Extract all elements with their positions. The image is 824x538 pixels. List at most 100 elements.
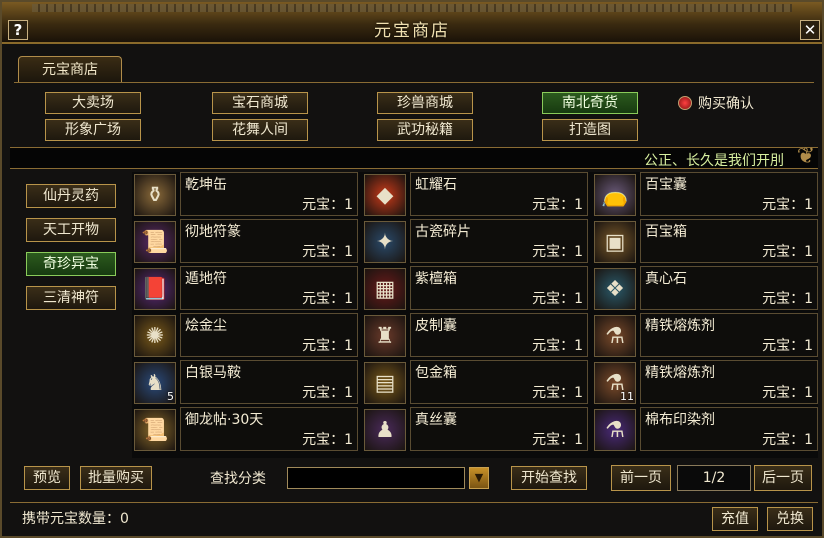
category-button-2[interactable]: 宝石商城: [212, 92, 308, 114]
crystal-icon[interactable]: ❖: [594, 268, 636, 310]
shop-item[interactable]: ❖ 真心石 元宝：1: [594, 266, 820, 310]
dust-icon[interactable]: ✺: [134, 315, 176, 357]
category-button-5[interactable]: 形象广场: [45, 119, 141, 141]
bulk-buy-button[interactable]: 批量购买: [80, 466, 152, 490]
category-button-7[interactable]: 武功秘籍: [377, 119, 473, 141]
help-button[interactable]: ?: [8, 20, 28, 40]
item-info[interactable]: 真丝囊 元宝：1: [410, 407, 588, 451]
item-info[interactable]: 烩金尘 元宝：1: [180, 313, 358, 357]
item-price: 元宝：1: [302, 432, 353, 448]
shop-item[interactable]: ▣ 百宝箱 元宝：1: [594, 219, 820, 263]
stack-count: 5: [167, 390, 174, 403]
shop-item[interactable]: ⚗ 精铁熔炼剂 元宝：1: [594, 313, 820, 357]
shop-item[interactable]: ⚱ 乾坤缶 元宝：1: [134, 172, 360, 216]
shard-icon[interactable]: ✦: [364, 221, 406, 263]
item-info[interactable]: 真心石 元宝：1: [640, 266, 818, 310]
next-page-button[interactable]: 后一页: [754, 465, 812, 491]
shop-item[interactable]: ✦ 古瓷碎片 元宝：1: [364, 219, 590, 263]
item-info[interactable]: 百宝箱 元宝：1: [640, 219, 818, 263]
shop-item[interactable]: ▤ 包金箱 元宝：1: [364, 360, 590, 404]
box-icon[interactable]: ▦: [364, 268, 406, 310]
shop-item[interactable]: 👝 百宝囊 元宝：1: [594, 172, 820, 216]
chest-icon[interactable]: ▣: [594, 221, 636, 263]
potion-icon[interactable]: ⚗: [594, 315, 636, 357]
item-info[interactable]: 白银马鞍 元宝：1: [180, 360, 358, 404]
item-info[interactable]: 皮制囊元宝：1: [410, 313, 588, 357]
shop-item[interactable]: ⚗ 11 精铁熔炼剂 元宝：1: [594, 360, 820, 404]
preview-button[interactable]: 预览: [24, 466, 70, 490]
item-name: 皮制囊: [415, 318, 457, 334]
buy-confirm-label: 购买确认: [698, 96, 754, 112]
exchange-button[interactable]: 兑换: [767, 507, 813, 531]
shop-item[interactable]: 📜 御龙帖·30天 元宝：1: [134, 407, 360, 451]
item-info[interactable]: 紫檀箱 元宝：1: [410, 266, 588, 310]
item-info[interactable]: 精铁熔炼剂 元宝：1: [640, 360, 818, 404]
category-button-3[interactable]: 珍兽商城: [377, 92, 473, 114]
shop-item[interactable]: ◆ 虹耀石 元宝：1: [364, 172, 590, 216]
saddle-icon[interactable]: ♞ 5: [134, 362, 176, 404]
item-info[interactable]: 遁地符 元宝：1: [180, 266, 358, 310]
search-input[interactable]: [287, 467, 465, 489]
sidebar-item-elixirs[interactable]: 仙丹灵药: [26, 184, 116, 208]
tab-ingot-shop[interactable]: 元宝商店: [18, 56, 122, 82]
item-price: 元宝：1: [762, 432, 813, 448]
item-price: 元宝：1: [532, 338, 583, 354]
close-button[interactable]: ✕: [800, 20, 820, 40]
announcement-bar: 公正、长久是我们开刖: [10, 147, 818, 169]
item-info[interactable]: 虹耀石 元宝：1: [410, 172, 588, 216]
sidebar-item-treasures[interactable]: 奇珍异宝: [26, 252, 116, 276]
start-search-button[interactable]: 开始查找: [511, 466, 587, 490]
sidebar-item-talismans[interactable]: 三清神符: [26, 286, 116, 310]
dye-icon[interactable]: ⚗: [594, 409, 636, 451]
shop-item[interactable]: ♜ 皮制囊 元宝：1: [364, 313, 590, 357]
item-glyph: ◆: [376, 182, 394, 208]
item-price: 元宝：1: [302, 197, 353, 213]
pouch-icon[interactable]: 👝: [594, 174, 636, 216]
item-info[interactable]: 精铁熔炼剂 元宝：1: [640, 313, 818, 357]
item-info[interactable]: 包金箱 元宝：1: [410, 360, 588, 404]
divider: [10, 502, 818, 503]
recharge-button[interactable]: 充值: [712, 507, 758, 531]
silk-bag-icon[interactable]: ♟: [364, 409, 406, 451]
item-price: 元宝：1: [762, 244, 813, 260]
item-name: 遁地符: [185, 271, 227, 287]
buy-confirm-radio[interactable]: [678, 96, 692, 110]
item-price: 元宝：1: [302, 385, 353, 401]
potion-icon[interactable]: ⚗ 11: [594, 362, 636, 404]
shop-item[interactable]: 📜 彻地符篆 元宝：1: [134, 219, 360, 263]
item-info[interactable]: 古瓷碎片 元宝：1: [410, 219, 588, 263]
category-button-8[interactable]: 打造图: [542, 119, 638, 141]
book-icon[interactable]: 📕: [134, 268, 176, 310]
item-name: 精铁熔炼剂: [645, 318, 715, 334]
jar-icon[interactable]: ⚱: [134, 174, 176, 216]
category-button-4[interactable]: 南北奇货: [542, 92, 638, 114]
shop-item[interactable]: ♟ 真丝囊 元宝：1: [364, 407, 590, 451]
gem-icon[interactable]: ◆: [364, 174, 406, 216]
item-info[interactable]: 御龙帖·30天 元宝：1: [180, 407, 358, 451]
item-price: 元宝：1: [762, 385, 813, 401]
item-glyph: ♞: [145, 370, 165, 396]
item-info[interactable]: 乾坤缶 元宝：1: [180, 172, 358, 216]
talisman-icon[interactable]: 📜: [134, 221, 176, 263]
shop-item[interactable]: ▦ 紫檀箱 元宝：1: [364, 266, 590, 310]
item-info[interactable]: 百宝囊 元宝：1: [640, 172, 818, 216]
item-info[interactable]: 棉布印染剂 元宝：1: [640, 407, 818, 451]
shop-item[interactable]: ⚗ 棉布印染剂 元宝：1: [594, 407, 820, 451]
scroll-icon[interactable]: 📜: [134, 409, 176, 451]
item-price: 元宝：1: [762, 291, 813, 307]
category-button-1[interactable]: 大卖场: [45, 92, 141, 114]
shop-item[interactable]: ✺ 烩金尘 元宝：1: [134, 313, 360, 357]
shop-item[interactable]: 📕 遁地符 元宝：1: [134, 266, 360, 310]
gold-chest-icon[interactable]: ▤: [364, 362, 406, 404]
item-glyph: 📜: [141, 229, 169, 255]
category-button-6[interactable]: 花舞人间: [212, 119, 308, 141]
item-info[interactable]: 彻地符篆 元宝：1: [180, 219, 358, 263]
shop-item[interactable]: ♞ 5 白银马鞍 元宝：1: [134, 360, 360, 404]
item-glyph: ▤: [374, 370, 396, 396]
prev-page-button[interactable]: 前一页: [611, 465, 671, 491]
chevron-down-icon[interactable]: ▼: [469, 467, 489, 489]
bag-icon[interactable]: ♜: [364, 315, 406, 357]
title-bar[interactable]: 元宝商店: [2, 2, 822, 44]
item-name: 古瓷碎片: [415, 224, 471, 240]
sidebar-item-crafting[interactable]: 天工开物: [26, 218, 116, 242]
